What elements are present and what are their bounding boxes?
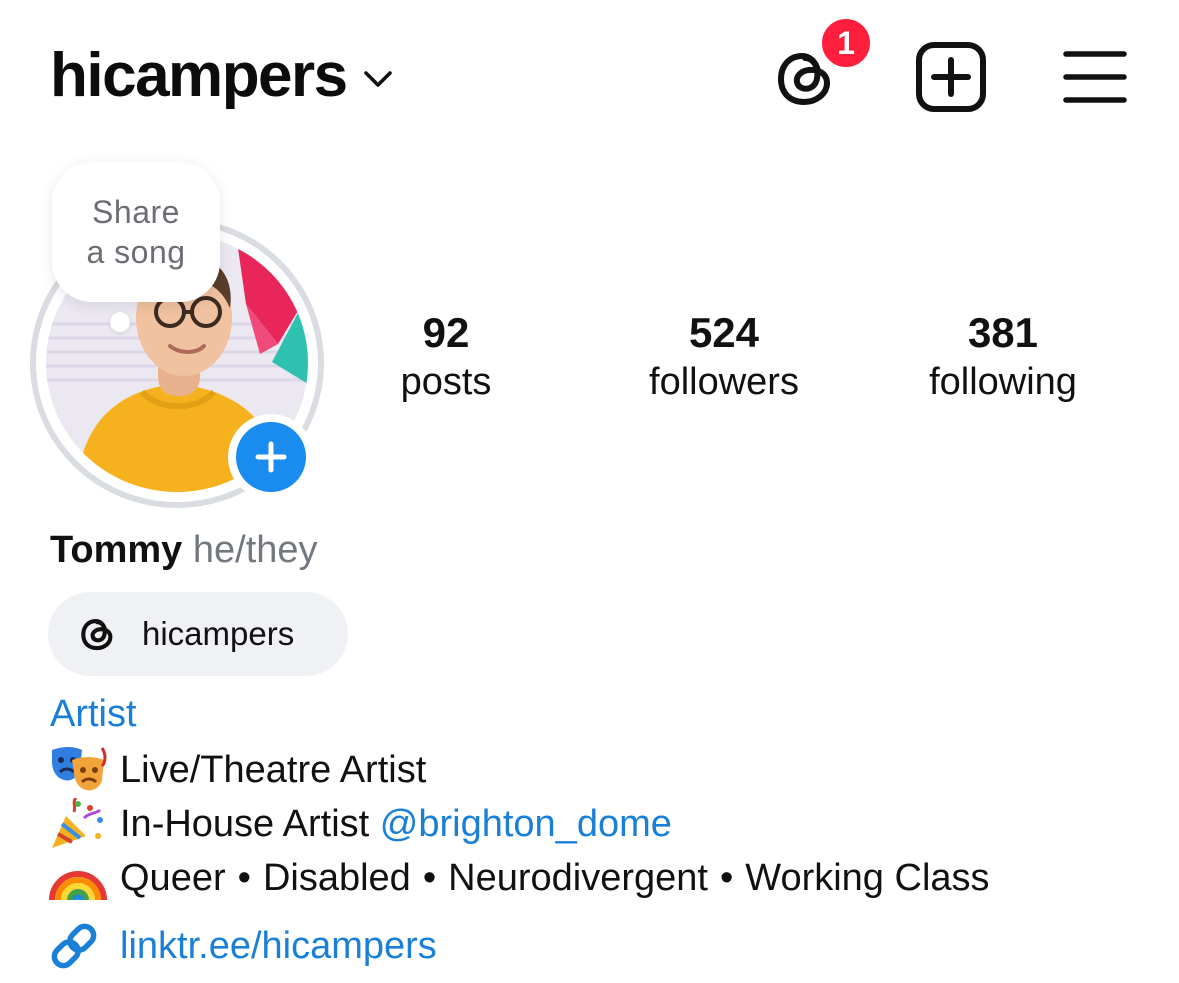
create-button[interactable]: [914, 40, 988, 114]
note-bubble-dot: [110, 312, 130, 332]
profile-link[interactable]: linktr.ee/hicampers: [48, 920, 437, 972]
threads-profile-chip[interactable]: hicampers: [48, 592, 348, 676]
plus-square-icon: [916, 42, 986, 112]
profile-link-text: linktr.ee/hicampers: [120, 925, 437, 967]
threads-icon: [81, 619, 113, 651]
rainbow-emoji: [49, 871, 107, 901]
bio-separator: •: [237, 857, 251, 899]
bio-text-line1: Live/Theatre Artist: [120, 749, 427, 791]
following-stat[interactable]: 381 following: [898, 308, 1108, 406]
following-count: 381: [967, 309, 1039, 356]
followers-stat[interactable]: 524 followers: [618, 308, 830, 406]
followers-count: 524: [688, 309, 760, 356]
profile-category[interactable]: Artist: [50, 690, 137, 738]
add-story-button[interactable]: [228, 414, 314, 500]
chevron-down-icon: [363, 71, 392, 87]
username-title: hicampers: [50, 41, 348, 110]
bio-separator: •: [719, 857, 734, 899]
performing-arts-emoji: [52, 747, 107, 791]
bio-line: Live/Theatre Artist: [48, 744, 426, 796]
bio-separator: •: [422, 857, 437, 899]
share-song-note[interactable]: Share a song: [52, 162, 220, 302]
plus-icon: [255, 441, 287, 473]
posts-stat[interactable]: 92 posts: [376, 308, 516, 406]
threads-handle: hicampers: [142, 615, 295, 652]
profile-header: hicampers 1: [0, 0, 1179, 150]
bio-tag: Working Class: [745, 857, 990, 899]
posts-count: 92: [422, 309, 470, 356]
bio-mention-link[interactable]: @brighton_dome: [380, 800, 672, 848]
account-switcher[interactable]: hicampers: [50, 38, 395, 114]
party-popper-emoji: [52, 798, 103, 848]
link-icon: [51, 923, 97, 969]
display-name: Tommy: [50, 529, 183, 571]
hamburger-menu-icon: [1063, 51, 1127, 103]
notification-badge: 1: [818, 15, 874, 71]
bio-line: Queer • Disabled • Neurodivergent • Work…: [48, 852, 990, 904]
note-text-line1: Share: [92, 194, 180, 230]
pronouns: he/they: [192, 529, 318, 571]
bio-tag: Queer: [120, 857, 226, 899]
following-label: following: [929, 361, 1077, 403]
profile-name-line: Tommy he/they: [50, 526, 318, 574]
bio-tag: Disabled: [262, 857, 411, 899]
bio-tag: Neurodivergent: [448, 857, 708, 899]
posts-label: posts: [400, 361, 492, 403]
bio-line: In-House Artist @brighton_dome: [48, 798, 672, 850]
followers-label: followers: [649, 361, 799, 403]
note-text-line2: a song: [86, 234, 186, 270]
menu-button[interactable]: [1062, 48, 1128, 106]
bio-text-line2: In-House Artist: [120, 803, 370, 845]
note-bubble-tail: [88, 276, 124, 302]
